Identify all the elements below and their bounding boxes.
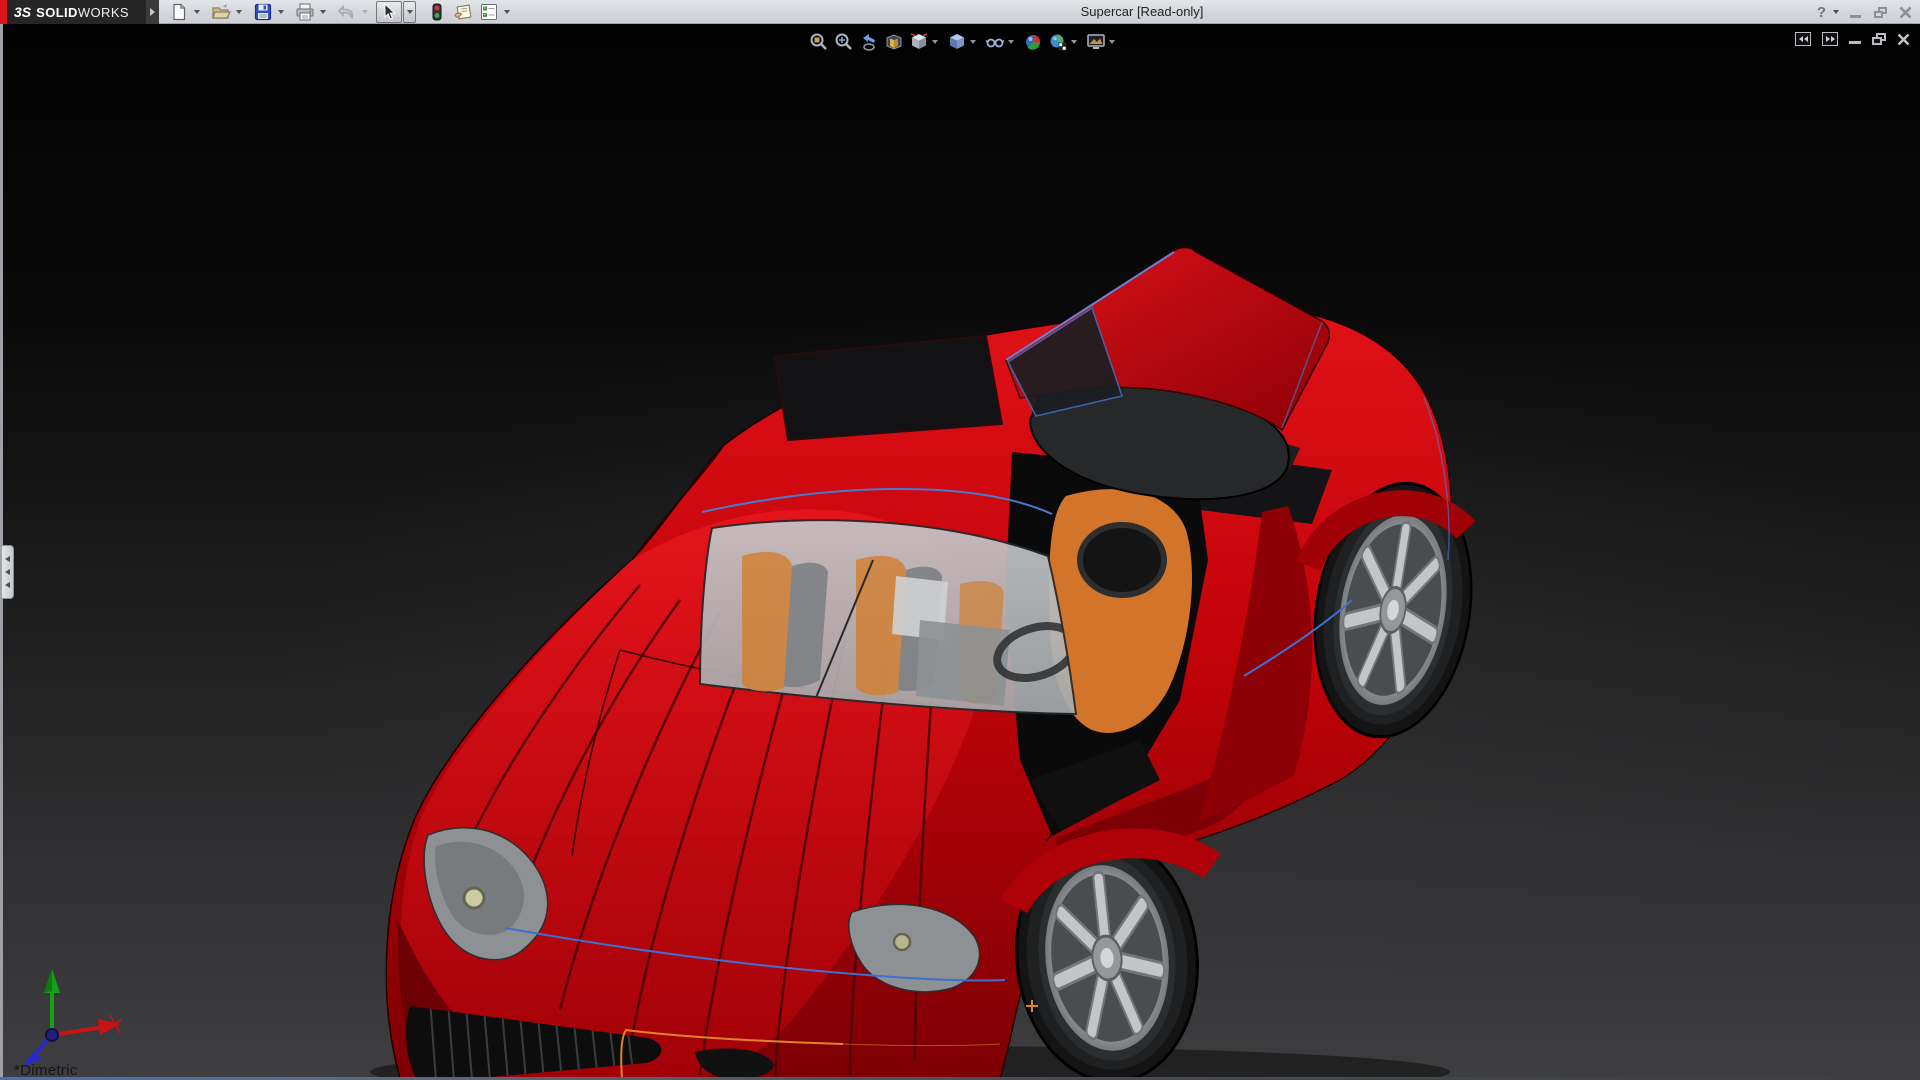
apply-scene-dropdown[interactable] <box>1071 40 1077 44</box>
view-orientation-icon[interactable] <box>906 30 931 54</box>
document-window-controls <box>1795 32 1910 46</box>
document-restore-button[interactable] <box>1872 33 1886 45</box>
roof-glass[interactable] <box>773 334 1004 442</box>
rebuild-traffic-light-icon <box>432 3 442 21</box>
close-icon <box>1897 33 1910 45</box>
window-controls: ? <box>1817 0 1914 24</box>
main-toolbar <box>166 1 518 23</box>
document-minimize-button[interactable] <box>1849 34 1861 44</box>
chevron-right-icon <box>1830 36 1835 42</box>
car-model[interactable] <box>0 0 1920 1080</box>
edit-appearance-icon[interactable] <box>1020 30 1045 54</box>
apply-scene-icon[interactable] <box>1045 30 1070 54</box>
chevron-right-icon <box>1825 36 1830 42</box>
minimize-icon <box>1849 41 1861 44</box>
section-view-icon[interactable] <box>881 30 906 54</box>
select-button[interactable] <box>376 1 402 23</box>
undo-dropdown[interactable] <box>362 10 368 14</box>
display-style-icon[interactable] <box>944 30 969 54</box>
file-properties-icon <box>454 4 472 20</box>
menu-expand-button[interactable] <box>146 0 159 24</box>
rebuild-button[interactable] <box>424 1 450 23</box>
close-icon <box>1899 6 1911 18</box>
minimize-icon <box>1849 14 1861 18</box>
chevron-left-icon <box>5 556 10 562</box>
options-button[interactable] <box>476 1 502 23</box>
print-dropdown[interactable] <box>320 10 326 14</box>
window-title: Supercar [Read-only] <box>1080 4 1204 19</box>
restore-icon <box>1872 33 1886 45</box>
select-cursor-icon <box>384 3 396 20</box>
solidworks-logo[interactable]: 3S SOLIDWORKS <box>0 0 146 24</box>
options-icon <box>481 4 497 20</box>
chevron-left-icon <box>1803 36 1808 42</box>
select-dropdown[interactable] <box>403 1 416 23</box>
hide-show-items-icon[interactable] <box>982 30 1007 54</box>
expand-panel-button[interactable] <box>1822 32 1838 46</box>
options-dropdown[interactable] <box>504 10 510 14</box>
help-button[interactable]: ? <box>1817 5 1826 20</box>
previous-view-icon[interactable] <box>856 30 881 54</box>
chevron-left-icon <box>1798 36 1803 42</box>
save-button[interactable] <box>250 1 276 23</box>
save-dropdown[interactable] <box>278 10 284 14</box>
undo-icon <box>337 4 354 19</box>
feature-pane-collapse-handle[interactable] <box>2 545 14 599</box>
undo-button[interactable] <box>334 1 360 23</box>
open-dropdown[interactable] <box>236 10 242 14</box>
seat-headrest <box>1077 522 1167 598</box>
save-icon <box>254 3 272 21</box>
print-button[interactable] <box>292 1 318 23</box>
new-document-button[interactable] <box>166 1 192 23</box>
hide-show-items-dropdown[interactable] <box>1008 40 1014 44</box>
view-settings-dropdown[interactable] <box>1109 40 1115 44</box>
minimize-button[interactable] <box>1846 3 1864 21</box>
file-properties-button[interactable] <box>450 1 476 23</box>
print-icon <box>296 3 314 21</box>
zoom-to-fit-icon[interactable] <box>806 30 831 54</box>
close-button[interactable] <box>1896 3 1914 21</box>
view-settings-icon[interactable] <box>1083 30 1108 54</box>
document-close-button[interactable] <box>1897 33 1910 46</box>
new-document-icon <box>173 3 186 21</box>
solidworks-wordmark: SOLIDWORKS <box>36 4 129 20</box>
new-dropdown[interactable] <box>194 10 200 14</box>
chevron-left-icon <box>5 569 10 575</box>
help-dropdown[interactable] <box>1833 10 1839 14</box>
reference-triad <box>22 969 123 1067</box>
open-icon <box>212 4 231 19</box>
brand-red-stripe <box>0 0 7 24</box>
open-button[interactable] <box>208 1 234 23</box>
3ds-logo-icon: 3S <box>14 4 32 20</box>
restore-icon <box>1873 6 1887 18</box>
chevron-right-icon <box>150 8 155 16</box>
title-bar: 3S SOLIDWORKS Supercar [Read-only] ? <box>0 0 1920 24</box>
zoom-to-area-icon[interactable] <box>831 30 856 54</box>
solidworks-window: *Dimetric 3S SOLIDWORKS Supercar [Read-o… <box>0 0 1920 1080</box>
view-orientation-dropdown[interactable] <box>932 40 938 44</box>
chevron-left-icon <box>5 582 10 588</box>
display-style-dropdown[interactable] <box>970 40 976 44</box>
heads-up-view-toolbar <box>806 30 1121 54</box>
collapse-panel-button[interactable] <box>1795 32 1811 46</box>
restore-button[interactable] <box>1871 3 1889 21</box>
triad-origin <box>45 1028 59 1042</box>
